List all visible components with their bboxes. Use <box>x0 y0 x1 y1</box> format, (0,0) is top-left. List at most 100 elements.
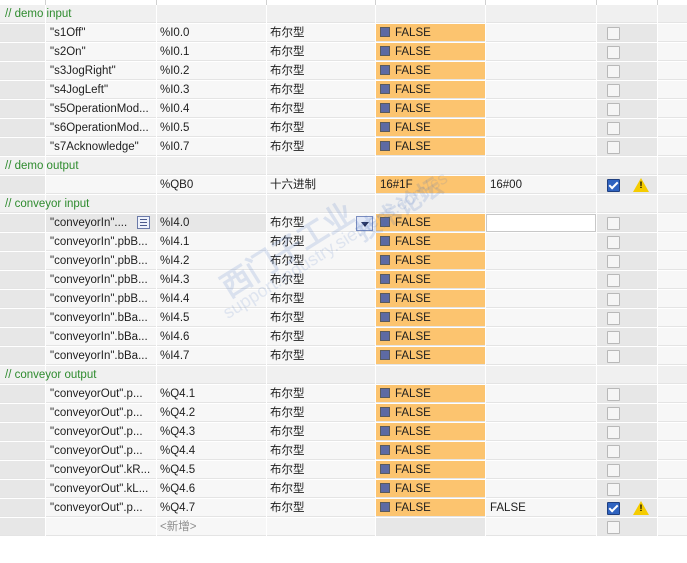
display-format-cell[interactable]: 布尔型 <box>267 461 375 479</box>
modify-value-cell[interactable] <box>486 290 596 308</box>
name-cell[interactable]: "conveyorIn".pbB... <box>46 252 156 270</box>
modify-checkbox[interactable] <box>607 27 620 40</box>
modify-checkbox[interactable] <box>607 122 620 135</box>
name-cell[interactable]: "conveyorIn".bBa... <box>46 347 156 365</box>
display-format-cell[interactable]: 布尔型 <box>267 309 375 327</box>
address-cell[interactable]: %I0.5 <box>157 119 266 137</box>
modify-checkbox[interactable] <box>607 236 620 249</box>
address-cell[interactable]: %Q4.6 <box>157 480 266 498</box>
name-cell[interactable]: "s7Acknowledge" <box>46 138 156 156</box>
group-header-row[interactable]: // demo output <box>0 157 687 176</box>
display-format-cell[interactable]: 布尔型 <box>267 271 375 289</box>
modify-checkbox[interactable] <box>607 46 620 59</box>
modify-checkbox[interactable] <box>607 274 620 287</box>
tag-list-icon[interactable] <box>137 216 150 229</box>
modify-checkbox[interactable] <box>607 84 620 97</box>
table-row[interactable]: "conveyorIn".bBa... %I4.6 布尔型 FALSE <box>0 328 687 347</box>
display-format-cell[interactable]: 布尔型 <box>267 100 375 118</box>
address-cell[interactable]: %I0.3 <box>157 81 266 99</box>
modify-value-cell[interactable] <box>486 233 596 251</box>
table-row[interactable]: "s5OperationMod... %I0.4 布尔型 FALSE <box>0 100 687 119</box>
table-row[interactable]: "conveyorIn".bBa... %I4.7 布尔型 FALSE <box>0 347 687 366</box>
modify-value-cell[interactable] <box>486 423 596 441</box>
modify-value-cell[interactable] <box>486 309 596 327</box>
address-cell[interactable]: %Q4.7 <box>157 499 266 517</box>
address-cell[interactable]: %Q4.3 <box>157 423 266 441</box>
add-row[interactable]: <新增> <box>0 518 687 537</box>
address-cell[interactable]: %I0.2 <box>157 62 266 80</box>
table-row[interactable]: "conveyorIn".pbB... %I4.2 布尔型 FALSE <box>0 252 687 271</box>
name-cell[interactable]: "conveyorIn".pbB... <box>46 271 156 289</box>
group-header-row[interactable]: // conveyor input <box>0 195 687 214</box>
name-cell[interactable]: "s5OperationMod... <box>46 100 156 118</box>
modify-value-cell[interactable] <box>486 328 596 346</box>
name-cell[interactable]: "conveyorOut".p... <box>46 423 156 441</box>
group-header-row[interactable]: // conveyor output <box>0 366 687 385</box>
modify-checkbox[interactable] <box>607 407 620 420</box>
add-new-placeholder[interactable]: <新增> <box>157 518 266 536</box>
table-row[interactable]: "conveyorIn".... %I4.0 布尔型 FALSE <box>0 214 687 233</box>
display-format-cell[interactable]: 布尔型 <box>267 233 375 251</box>
display-format-cell[interactable]: 布尔型 <box>267 347 375 365</box>
table-row[interactable]: "conveyorOut".p... %Q4.1 布尔型 FALSE <box>0 385 687 404</box>
name-cell[interactable]: "conveyorIn".bBa... <box>46 309 156 327</box>
display-format-cell[interactable]: 布尔型 <box>267 290 375 308</box>
display-format-cell[interactable]: 布尔型 <box>267 385 375 403</box>
modify-value-cell[interactable] <box>486 81 596 99</box>
address-cell[interactable]: %Q4.2 <box>157 404 266 422</box>
name-cell[interactable]: "s1Off" <box>46 24 156 42</box>
modify-checkbox[interactable] <box>607 103 620 116</box>
modify-value-cell[interactable] <box>486 461 596 479</box>
address-cell[interactable]: %I4.5 <box>157 309 266 327</box>
modify-checkbox[interactable] <box>607 388 620 401</box>
display-format-cell[interactable]: 布尔型 <box>267 442 375 460</box>
modify-value-cell[interactable] <box>486 43 596 61</box>
display-format-cell[interactable]: 布尔型 <box>267 480 375 498</box>
display-format-cell[interactable]: 布尔型 <box>267 423 375 441</box>
table-row[interactable]: "s7Acknowledge" %I0.7 布尔型 FALSE <box>0 138 687 157</box>
modify-value-cell[interactable] <box>486 100 596 118</box>
address-cell[interactable]: %QB0 <box>157 176 266 194</box>
name-cell[interactable]: "s6OperationMod... <box>46 119 156 137</box>
modify-value-cell[interactable] <box>486 24 596 42</box>
modify-value-cell[interactable] <box>486 385 596 403</box>
address-cell[interactable]: %I0.4 <box>157 100 266 118</box>
table-row[interactable]: "s2On" %I0.1 布尔型 FALSE <box>0 43 687 62</box>
modify-value-cell[interactable] <box>486 442 596 460</box>
address-cell[interactable]: %Q4.1 <box>157 385 266 403</box>
display-format-cell[interactable]: 布尔型 <box>267 404 375 422</box>
format-dropdown-button[interactable] <box>356 216 373 231</box>
display-format-cell[interactable]: 布尔型 <box>267 62 375 80</box>
modify-checkbox[interactable] <box>607 141 620 154</box>
name-cell[interactable]: "conveyorOut".p... <box>46 442 156 460</box>
add-name-cell[interactable] <box>46 518 156 536</box>
display-format-cell[interactable]: 布尔型 <box>267 43 375 61</box>
table-row[interactable]: "s6OperationMod... %I0.5 布尔型 FALSE <box>0 119 687 138</box>
modify-checkbox[interactable] <box>607 65 620 78</box>
name-cell[interactable]: "conveyorOut".p... <box>46 385 156 403</box>
table-row[interactable]: "s1Off" %I0.0 布尔型 FALSE <box>0 24 687 43</box>
address-cell[interactable]: %I0.0 <box>157 24 266 42</box>
modify-checkbox[interactable] <box>607 464 620 477</box>
table-row[interactable]: "conveyorIn".pbB... %I4.3 布尔型 FALSE <box>0 271 687 290</box>
modify-checkbox[interactable] <box>607 502 620 515</box>
modify-checkbox[interactable] <box>607 217 620 230</box>
modify-value-cell[interactable] <box>486 271 596 289</box>
name-cell[interactable]: "conveyorIn".pbB... <box>46 290 156 308</box>
display-format-cell[interactable]: 布尔型 <box>267 24 375 42</box>
address-cell[interactable]: %I4.4 <box>157 290 266 308</box>
table-row[interactable]: "conveyorOut".p... %Q4.3 布尔型 FALSE <box>0 423 687 442</box>
modify-value-cell[interactable] <box>486 138 596 156</box>
display-format-cell[interactable]: 布尔型 <box>267 119 375 137</box>
modify-value-cell[interactable] <box>486 347 596 365</box>
modify-value-cell[interactable] <box>486 480 596 498</box>
address-cell[interactable]: %Q4.4 <box>157 442 266 460</box>
modify-checkbox[interactable] <box>607 331 620 344</box>
address-cell[interactable]: %I4.6 <box>157 328 266 346</box>
modify-value-cell[interactable] <box>486 404 596 422</box>
address-cell[interactable]: %Q4.5 <box>157 461 266 479</box>
display-format-cell[interactable]: 布尔型 <box>267 138 375 156</box>
modify-value-cell[interactable] <box>486 119 596 137</box>
address-cell[interactable]: %I4.1 <box>157 233 266 251</box>
table-row[interactable]: %QB0 十六进制 16#1F 16#00! <box>0 176 687 195</box>
